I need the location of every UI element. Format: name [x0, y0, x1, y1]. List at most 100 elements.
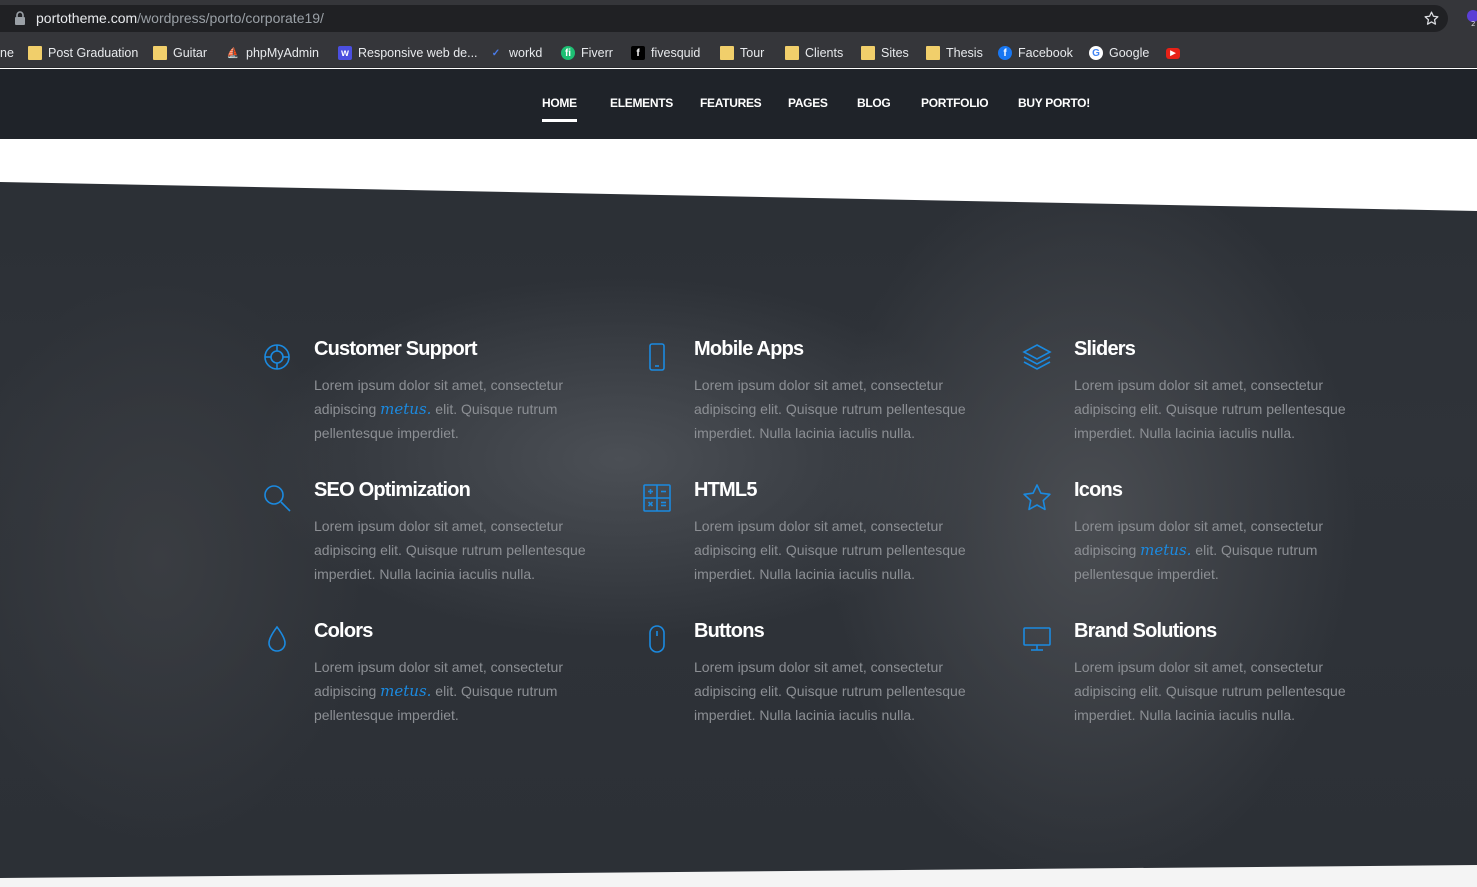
bookmark-label: fivesquid [651, 46, 701, 60]
site-header: HOME ELEMENTS FEATURES PAGES BLOG PORTFO… [0, 69, 1477, 139]
feature-icons: Icons Lorem ipsum dolor sit amet, consect… [1022, 479, 1352, 609]
bookmark-label: Responsive web de... [358, 46, 478, 60]
bookmark-post-graduation[interactable]: Post Graduation [28, 43, 138, 63]
feature-description: Lorem ipsum dolor sit amet, consectetur … [314, 514, 614, 586]
youtube-icon: ▶ [1166, 47, 1180, 59]
feature-description: Lorem ipsum dolor sit amet, consectetur … [314, 655, 614, 727]
calculator-icon [643, 484, 671, 512]
bookmark-label: Guitar [173, 46, 208, 60]
bookmark-label: ne [0, 46, 14, 60]
mouse-icon [649, 625, 665, 653]
phpmyadmin-icon: ⛵ [226, 47, 240, 59]
description-text: Lorem ipsum dolor sit amet, consectetur … [694, 377, 966, 441]
bookmark-star-icon[interactable] [1423, 10, 1440, 27]
svg-text:2: 2 [1471, 20, 1475, 27]
feature-title: Mobile Apps [694, 338, 804, 360]
highlight-word: metus. [380, 400, 432, 418]
drop-icon [268, 625, 286, 652]
search-icon [264, 485, 291, 512]
features-section: Customer Support Lorem ipsum dolor sit am… [0, 139, 1477, 887]
bookmark-clients[interactable]: Clients [785, 43, 843, 63]
facebook-icon: f [998, 46, 1012, 60]
bookmark-fivesquid[interactable]: f fivesquid [631, 43, 700, 63]
description-text: Lorem ipsum dolor sit amet, consectetur … [1074, 377, 1346, 441]
feature-description: Lorem ipsum dolor sit amet, consectetur … [694, 514, 994, 586]
highlight-word: metus. [1140, 541, 1192, 559]
w-icon: w [338, 46, 352, 60]
nav-blog[interactable]: BLOG [857, 96, 891, 110]
nav-pages[interactable]: PAGES [788, 96, 828, 110]
bookmark-sites[interactable]: Sites [861, 43, 909, 63]
folder-icon [720, 46, 734, 60]
google-icon: G [1089, 46, 1103, 60]
folder-icon [28, 46, 42, 60]
bookmark-label: Tour [740, 46, 765, 60]
bookmark-label: Fiverr [581, 46, 613, 60]
feature-title: Customer Support [314, 338, 478, 360]
nav-elements[interactable]: ELEMENTS [610, 96, 673, 110]
folder-icon [785, 46, 799, 60]
url-host: portotheme.com [36, 10, 138, 26]
feature-mobile-apps: Mobile Apps Lorem ipsum dolor sit amet, c… [642, 338, 972, 468]
bookmark-label: Google [1109, 46, 1150, 60]
bookmark-responsive-web-de[interactable]: w Responsive web de... [338, 43, 478, 63]
feature-description: Lorem ipsum dolor sit amet, consectetur … [1074, 655, 1374, 727]
layers-icon [1022, 344, 1052, 370]
description-text: Lorem ipsum dolor sit amet, consectetur … [694, 518, 966, 582]
feature-title: Colors [314, 620, 373, 642]
address-bar[interactable]: portotheme.com/wordpress/porto/corporate… [0, 5, 1448, 32]
feature-sliders: Sliders Lorem ipsum dolor sit amet, conse… [1022, 338, 1352, 468]
nav-home[interactable]: HOME [542, 96, 577, 110]
nav-buy-porto[interactable]: BUY PORTO! [1018, 96, 1090, 110]
star-outline-icon [1023, 484, 1051, 511]
url-text[interactable]: portotheme.com/wordpress/porto/corporate… [36, 10, 324, 26]
bookmark-thesis[interactable]: Thesis [926, 43, 983, 63]
bookmark-tour[interactable]: Tour [720, 43, 764, 63]
feature-buttons: Buttons Lorem ipsum dolor sit amet, conse… [642, 620, 972, 750]
bookmark-google[interactable]: G Google [1089, 43, 1149, 63]
browser-toolbar: portotheme.com/wordpress/porto/corporate… [0, 0, 1477, 37]
lock-icon[interactable] [14, 11, 26, 25]
description-text: Lorem ipsum dolor sit amet, consectetur … [314, 518, 586, 582]
bookmark-phpmyadmin[interactable]: ⛵ phpMyAdmin [226, 43, 319, 63]
feature-seo-optimization: SEO Optimization Lorem ipsum dolor sit am… [262, 479, 592, 609]
bookmark-partial[interactable]: ne [0, 43, 14, 63]
feature-title: HTML5 [694, 479, 757, 501]
fivesquid-icon: f [631, 46, 645, 60]
bookmark-fiverr[interactable]: fi Fiverr [561, 43, 613, 63]
nav-portfolio[interactable]: PORTFOLIO [921, 96, 989, 110]
url-path: /wordpress/porto/corporate19/ [137, 10, 324, 26]
fiverr-icon: fi [561, 46, 575, 60]
active-nav-indicator [542, 119, 577, 122]
bookmark-label: Post Graduation [48, 46, 139, 60]
bookmark-label: Clients [805, 46, 844, 60]
description-text: Lorem ipsum dolor sit amet, consectetur … [1074, 659, 1346, 723]
lifebuoy-icon [264, 344, 290, 370]
feature-title: Brand Solutions [1074, 620, 1217, 642]
feature-description: Lorem ipsum dolor sit amet, consectetur … [314, 373, 614, 445]
bookmark-label: Facebook [1018, 46, 1073, 60]
feature-title: Buttons [694, 620, 765, 642]
bookmark-youtube[interactable]: ▶ [1166, 43, 1180, 63]
feature-description: Lorem ipsum dolor sit amet, consectetur … [694, 655, 994, 727]
feature-description: Lorem ipsum dolor sit amet, consectetur … [1074, 514, 1374, 586]
bookmark-guitar[interactable]: Guitar [153, 43, 207, 63]
extension-icon[interactable]: 2 [1463, 9, 1477, 27]
bookmark-label: phpMyAdmin [246, 46, 319, 60]
description-text: Lorem ipsum dolor sit amet, consectetur … [694, 659, 966, 723]
workd-icon: ✓ [491, 47, 501, 59]
nav-features[interactable]: FEATURES [700, 96, 762, 110]
feature-html5: HTML5 Lorem ipsum dolor sit amet, consect… [642, 479, 972, 609]
monitor-icon [1023, 627, 1051, 651]
feature-title: Sliders [1074, 338, 1136, 360]
feature-colors: Colors Lorem ipsum dolor sit amet, consec… [262, 620, 592, 750]
feature-title: SEO Optimization [314, 479, 471, 501]
feature-description: Lorem ipsum dolor sit amet, consectetur … [1074, 373, 1374, 445]
bookmark-workd[interactable]: ✓ workd [489, 43, 543, 63]
feature-title: Icons [1074, 479, 1123, 501]
folder-icon [861, 46, 875, 60]
feature-description: Lorem ipsum dolor sit amet, consectetur … [694, 373, 994, 445]
highlight-word: metus. [380, 682, 432, 700]
feature-brand-solutions: Brand Solutions Lorem ipsum dolor sit ame… [1022, 620, 1352, 750]
bookmark-facebook[interactable]: f Facebook [998, 43, 1073, 63]
